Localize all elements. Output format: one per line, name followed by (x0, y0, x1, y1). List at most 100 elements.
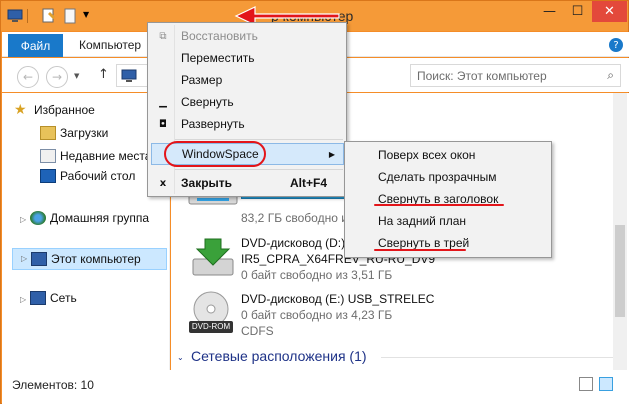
close-icon: ✕ (604, 4, 615, 19)
tab-file-label: Файл (20, 38, 51, 53)
system-context-menu: ⧉ Восстановить Переместить Размер ▁ Свер… (147, 22, 347, 197)
menu-item-restore[interactable]: ⧉ Восстановить (148, 25, 346, 47)
menu-item-restore-label: Восстановить (181, 29, 258, 43)
new-folder-icon[interactable] (63, 7, 79, 25)
annotation-ellipse (164, 141, 266, 167)
forward-arrow-icon: → (51, 70, 63, 84)
network-icon (30, 291, 46, 305)
submenu-item-make-transparent[interactable]: Сделать прозрачным (345, 166, 551, 188)
dvd2-name[interactable]: DVD-дисковод (E:) USB_STRELEC (241, 292, 434, 306)
maximize-icon: ◘ (159, 118, 167, 130)
annotation-underline (374, 249, 466, 251)
star-icon: ★ (14, 102, 27, 118)
submenu-arrow-icon: ▶ (328, 149, 335, 159)
close-button[interactable]: ✕ (592, 1, 627, 22)
menu-item-move[interactable]: Переместить (148, 47, 346, 69)
status-bar: Элементов: 10 (2, 370, 629, 404)
menu-item-close-label: Закрыть (181, 176, 233, 190)
restore-icon: ⧉ (159, 30, 167, 42)
dvd-drive-e-icon[interactable]: DVD-ROM (189, 289, 233, 335)
recent-places-icon (40, 149, 56, 163)
computer-icon (31, 252, 47, 266)
system-menu-icon[interactable] (7, 7, 25, 25)
close-icon: x (159, 177, 167, 189)
submenu-item-roll-up[interactable]: Свернуть в заголовок (345, 188, 551, 210)
submenu-item-always-on-top[interactable]: Поверх всех окон (345, 144, 551, 166)
nav-downloads-label: Загрузки (60, 126, 109, 140)
nav-desktop-label: Рабочий стол (60, 169, 136, 183)
network-group-header[interactable]: Сетевые расположения (1) (191, 348, 367, 364)
nav-homegroup[interactable]: Домашняя группа (30, 211, 149, 225)
status-item-count: Элементов: 10 (12, 378, 94, 392)
dvd2-free: 0 байт свободно из 4,23 ГБ (241, 308, 393, 322)
submenu-item-send-to-back[interactable]: На задний план (345, 210, 551, 232)
properties-icon[interactable] (41, 7, 57, 25)
menu-item-minimize[interactable]: ▁ Свернуть (148, 91, 346, 113)
minimize-icon: ▁ (159, 96, 167, 108)
collapse-chevron-icon[interactable]: ⌄ (177, 353, 184, 362)
menu-item-close-shortcut: Alt+F4 (290, 176, 328, 190)
search-input[interactable]: Поиск: Этот компьютер ⌕ (410, 64, 621, 87)
address-bar[interactable] (116, 64, 150, 87)
nav-downloads[interactable]: Загрузки (40, 126, 108, 140)
maximize-button[interactable]: ☐ (563, 1, 592, 22)
qa-divider (27, 9, 28, 23)
submenu-item-make-transparent-label: Сделать прозрачным (378, 170, 497, 184)
expand-chevron-icon[interactable]: ▷ (20, 215, 26, 224)
submenu-item-always-on-top-label: Поверх всех окон (378, 148, 476, 162)
up-arrow-icon[interactable]: ↑ (98, 67, 109, 82)
forward-button[interactable]: → (46, 66, 68, 88)
menu-item-maximize-label: Развернуть (181, 117, 245, 131)
minimize-button[interactable]: — (535, 1, 564, 22)
dvd-rom-badge: DVD-ROM (189, 321, 233, 333)
menu-item-size-label: Размер (181, 73, 223, 87)
customize-qa-chevron-icon[interactable]: ▼ (83, 10, 89, 28)
computer-icon (121, 69, 137, 82)
drive1-free: 83,2 ГБ свободно из (241, 211, 354, 225)
nav-recent-label: Недавние места (60, 149, 152, 163)
menu-separator (175, 169, 343, 170)
recent-locations-icon[interactable]: ▼ (74, 72, 79, 80)
vertical-scrollbar[interactable] (613, 93, 627, 370)
desktop-icon (40, 169, 56, 183)
dvd1-name[interactable]: DVD-дисковод (D:) (241, 236, 345, 250)
nav-favorites[interactable]: ★ Избранное (14, 103, 95, 117)
scrollbar-thumb[interactable] (615, 225, 625, 317)
back-button[interactable]: ← (17, 66, 39, 88)
nav-homegroup-label: Домашняя группа (50, 211, 150, 225)
back-arrow-icon: ← (22, 70, 34, 84)
expand-chevron-icon: ▷ (21, 254, 28, 263)
menu-item-move-label: Переместить (181, 51, 255, 65)
tab-file[interactable]: Файл (8, 34, 63, 57)
tab-computer[interactable]: Компьютер (79, 38, 141, 52)
navigation-pane: ★ Избранное Загрузки Недавние места Рабо… (2, 93, 170, 370)
menu-separator (175, 139, 343, 140)
nav-this-pc-label: Этот компьютер (51, 252, 141, 266)
menu-item-minimize-label: Свернуть (181, 95, 234, 109)
search-placeholder: Поиск: Этот компьютер (417, 69, 547, 83)
explorer-window: ▼ р компьютер — ☐ ✕ Файл Компьютер ? ← →… (0, 0, 629, 404)
nav-recent[interactable]: Недавние места (40, 149, 151, 163)
windowspace-submenu: Поверх всех окон Сделать прозрачным Свер… (344, 141, 552, 258)
nav-this-pc[interactable]: ▷ Этот компьютер (12, 248, 167, 270)
details-view-icon[interactable] (579, 377, 593, 391)
nav-network-label: Сеть (50, 291, 77, 305)
dvd-drive-d-icon[interactable] (191, 235, 235, 279)
nav-favorites-label: Избранное (34, 103, 95, 117)
large-icons-view-icon[interactable] (599, 377, 613, 391)
nav-network[interactable]: Сеть (30, 291, 77, 305)
menu-item-close[interactable]: x Закрыть Alt+F4 (148, 172, 346, 194)
homegroup-icon (30, 211, 46, 225)
submenu-item-send-to-back-label: На задний план (378, 214, 467, 228)
maximize-icon: ☐ (571, 4, 584, 19)
menu-item-size[interactable]: Размер (148, 69, 346, 91)
menu-item-maximize[interactable]: ◘ Развернуть (148, 113, 346, 135)
help-icon[interactable]: ? (609, 38, 623, 52)
nav-desktop[interactable]: Рабочий стол (40, 169, 135, 183)
dvd2-fs: CDFS (241, 324, 274, 338)
search-icon: ⌕ (607, 68, 614, 82)
expand-chevron-icon[interactable]: ▷ (20, 295, 26, 304)
submenu-item-minimize-to-tray-label: Свернуть в трей (378, 236, 470, 250)
group-divider (381, 357, 625, 358)
minimize-icon: — (543, 4, 556, 19)
